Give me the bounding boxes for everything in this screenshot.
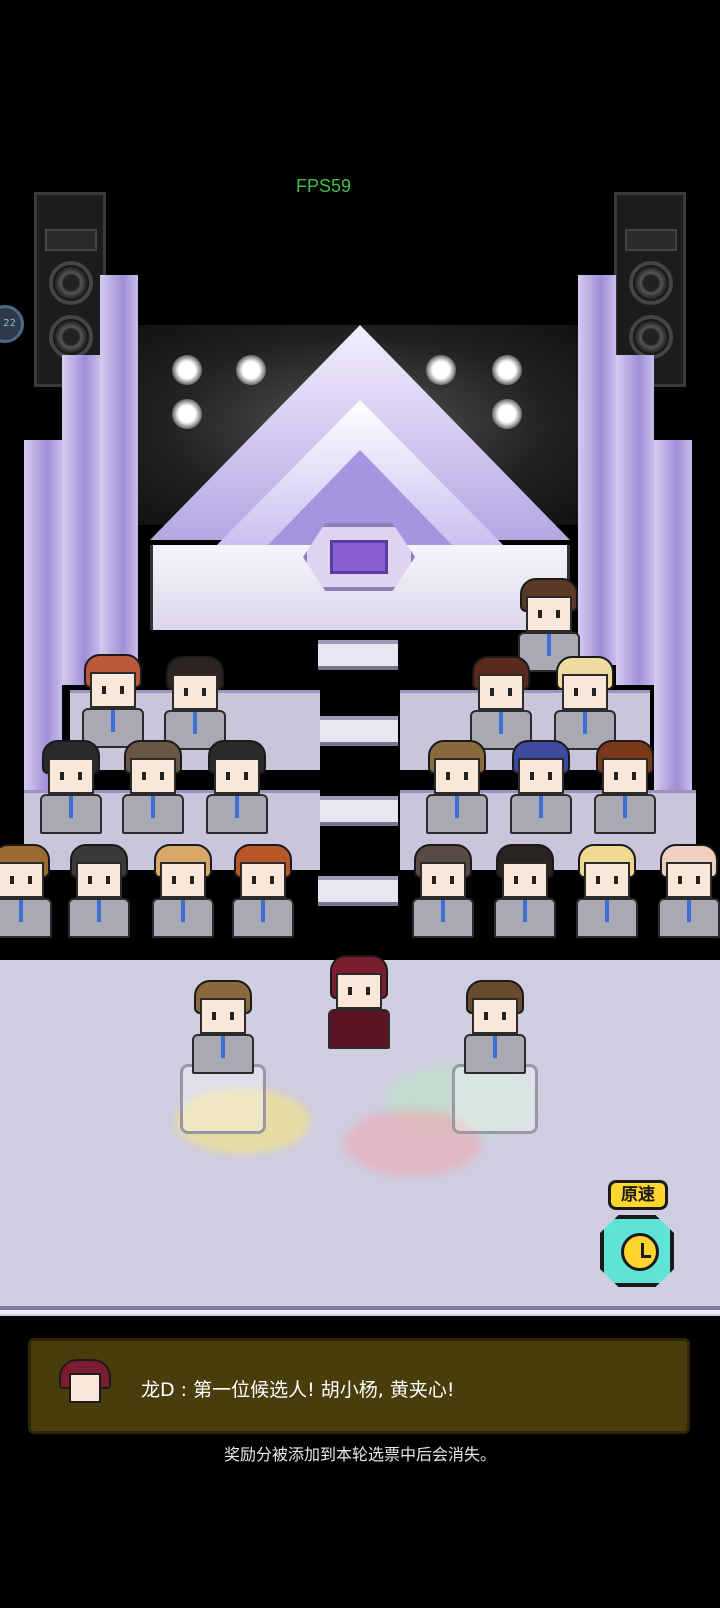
speed-control-button[interactable]: 原速 — [600, 1180, 676, 1290]
spotlight — [236, 355, 266, 385]
trainee-character — [0, 844, 58, 948]
floor-line — [0, 1310, 720, 1314]
candidate-character — [458, 980, 532, 1084]
trainee-character — [146, 844, 220, 948]
trainee-character — [200, 740, 274, 844]
trainee-character — [420, 740, 494, 844]
dialog-box[interactable]: 龙D : 第一位候选人! 胡小杨, 黄夹心! — [28, 1338, 690, 1434]
spotlight — [172, 355, 202, 385]
trainee-character — [406, 844, 480, 948]
notice-text: 奖励分被添加到本轮选票中后会消失。 — [223, 1445, 496, 1464]
candidate-character — [186, 980, 260, 1084]
pillar — [100, 275, 138, 665]
clock-face — [621, 1233, 659, 1271]
spotlight — [172, 399, 202, 429]
trainee-character — [116, 740, 190, 844]
spotlight — [492, 355, 522, 385]
trainee-character — [504, 740, 578, 844]
pillar — [616, 355, 654, 685]
fps-counter: FPS59 — [296, 176, 352, 196]
trainee-character — [488, 844, 562, 948]
pillar — [62, 355, 100, 685]
stage-emblem-core — [330, 540, 388, 574]
speaker-avatar — [59, 1359, 111, 1411]
host-character — [322, 955, 396, 1059]
trainee-character — [34, 740, 108, 844]
stage-stair — [318, 796, 398, 826]
stage-stair — [318, 716, 398, 746]
trainee-character — [570, 844, 644, 948]
dialog-text: 龙D : 第一位候选人! 胡小杨, 黄夹心! — [141, 1379, 455, 1401]
trainee-character — [62, 844, 136, 948]
speed-label: 原速 — [608, 1180, 668, 1210]
clock-icon — [600, 1215, 674, 1287]
side-level-badge[interactable]: 22 — [0, 305, 24, 343]
stage-stair — [318, 640, 398, 670]
trainee-character — [226, 844, 300, 948]
spotlight — [426, 355, 456, 385]
spotlight — [492, 399, 522, 429]
trainee-character — [652, 844, 720, 948]
trainee-character — [588, 740, 662, 844]
stage-stair — [318, 876, 398, 906]
